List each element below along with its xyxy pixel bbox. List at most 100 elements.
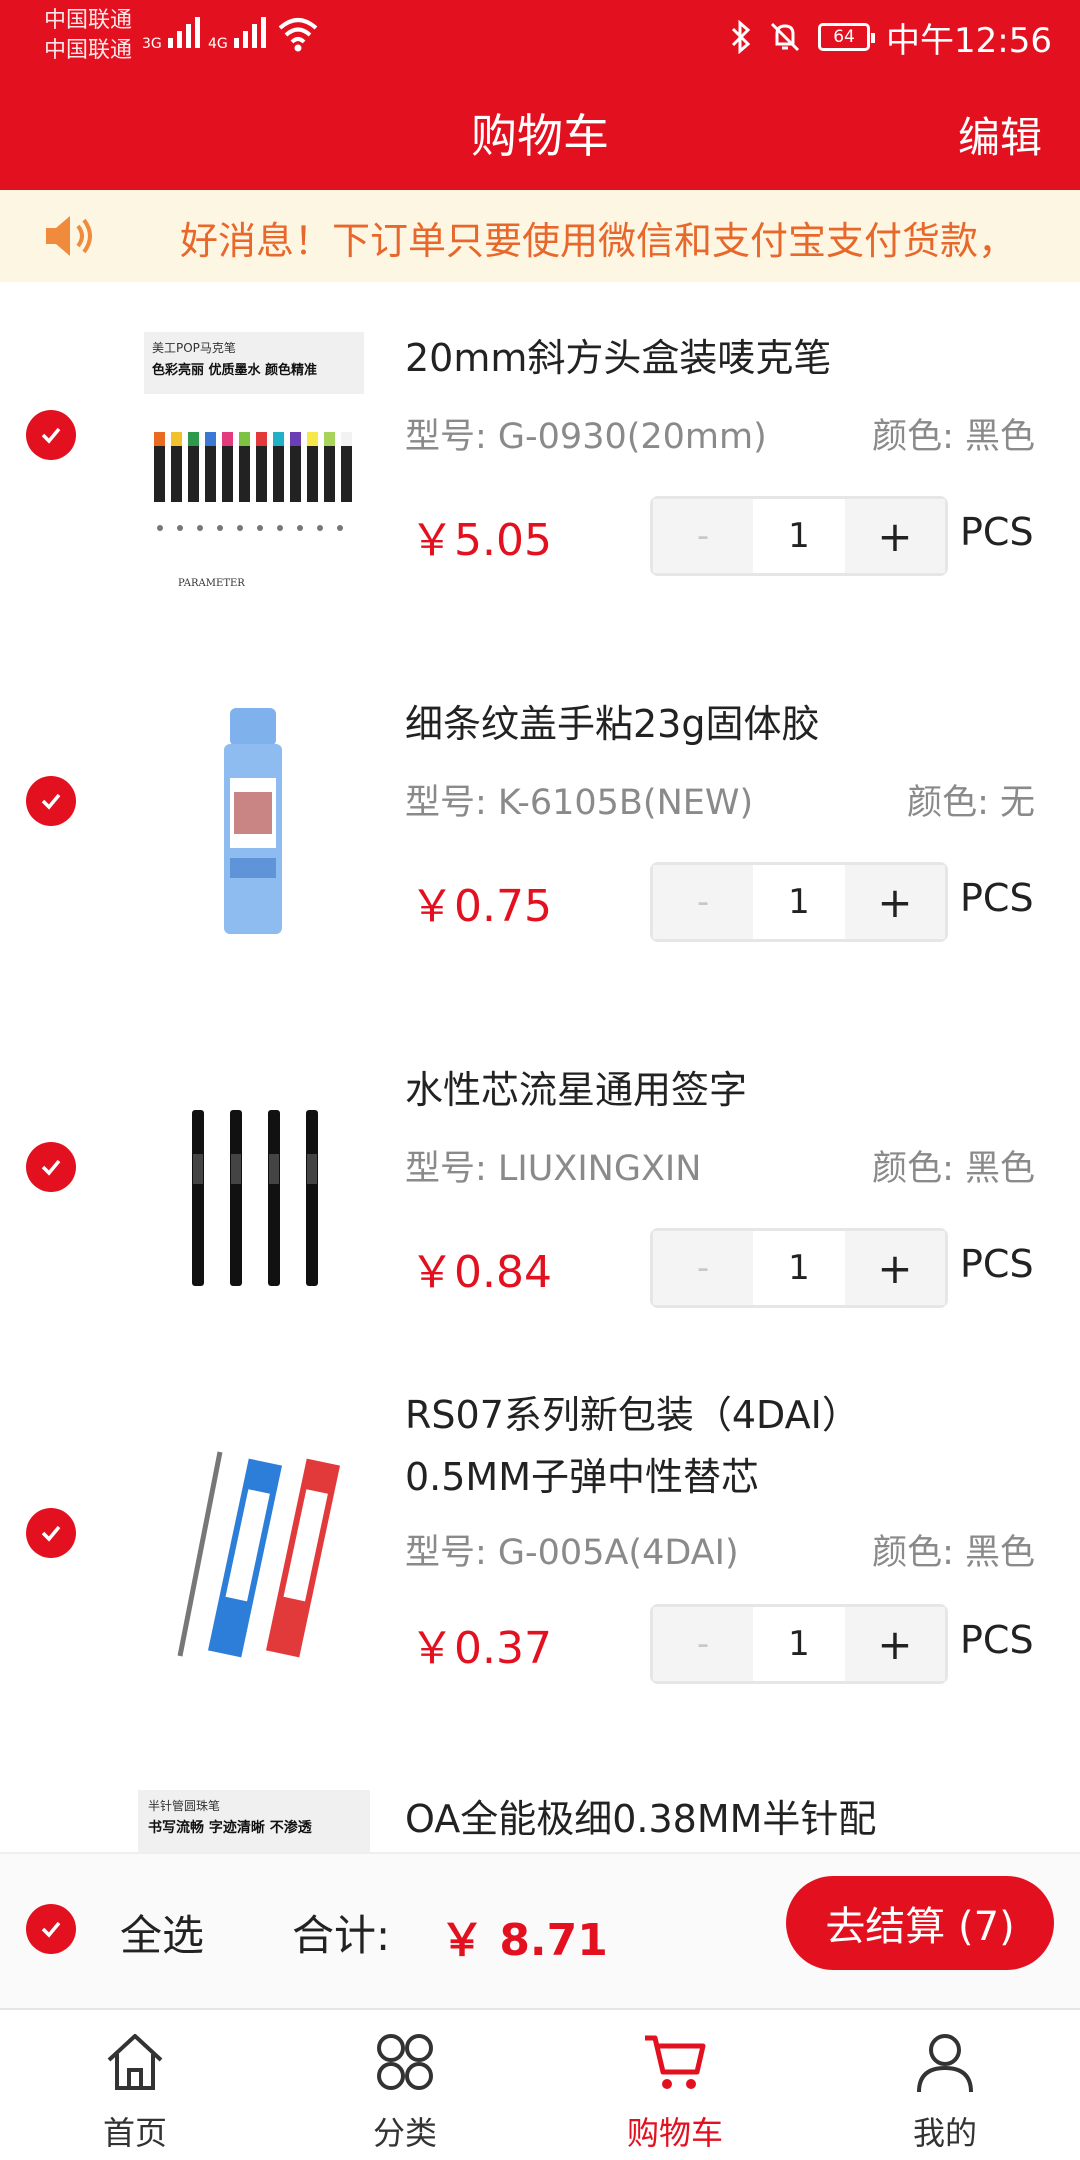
- product-image-gel-pens[interactable]: [138, 1054, 370, 1334]
- decrease-button[interactable]: -: [653, 499, 753, 573]
- item-checkbox[interactable]: [26, 1508, 76, 1558]
- item-checkbox[interactable]: [26, 776, 76, 826]
- color-label: 颜色: 黑色: [872, 1533, 1035, 1573]
- thumb-caption: 色彩亮丽 优质墨水 颜色精准: [152, 362, 317, 378]
- check-icon: [41, 1159, 61, 1176]
- quantity-value[interactable]: 1: [753, 1607, 845, 1681]
- tab-label: 我的: [912, 2114, 977, 2152]
- item-checkbox[interactable]: [26, 1142, 76, 1192]
- bluetooth-icon: [731, 20, 751, 54]
- increase-button[interactable]: +: [845, 1607, 945, 1681]
- battery-icon: 64: [818, 23, 876, 51]
- clock: 中午12:56: [886, 20, 1052, 61]
- home-icon: [107, 2034, 163, 2090]
- signal-1-icon: 3G: [142, 14, 201, 52]
- carrier-2: 中国联通: [44, 38, 133, 63]
- notice-banner[interactable]: 好消息！下订单只要使用微信和支付宝支付货款，: [0, 190, 1080, 282]
- product-image-glue-stick[interactable]: [138, 688, 370, 968]
- check-icon: [41, 427, 61, 444]
- cart-item[interactable]: 美工POP马克笔 色彩亮丽 优质墨水 颜色精准 PARAMETER 20mm斜方…: [0, 282, 1080, 622]
- tab-label: 购物车: [626, 2114, 723, 2152]
- product-spec: 型号: G-0930(20mm) 颜色: 黑色: [405, 408, 1035, 459]
- notice-text: 好消息！下订单只要使用微信和支付宝支付货款，: [180, 219, 1017, 263]
- quantity-value[interactable]: 1: [753, 1231, 845, 1305]
- model-label: 型号: LIUXINGXIN: [405, 1149, 702, 1189]
- increase-button[interactable]: +: [845, 1231, 945, 1305]
- checkout-bar: 全选 合计: ￥ 8.71 去结算 (7): [0, 1852, 1080, 2008]
- thumb-caption: PARAMETER: [178, 578, 245, 589]
- increase-button[interactable]: +: [845, 499, 945, 573]
- cart-item[interactable]: RS07系列新包装（4DAI） 0.5MM子弹中性替芯 型号: G-005A(4…: [0, 1380, 1080, 1720]
- top-bar: 中国联通 中国联通 3G 4G 64 中午12:56 购物车 编辑: [0, 0, 1080, 190]
- model-label: 型号: G-0930(20mm): [405, 417, 767, 457]
- check-icon: [41, 793, 61, 810]
- product-name[interactable]: OA全能极细0.38MM半针配: [405, 1788, 1045, 1850]
- cart-item[interactable]: 细条纹盖手粘23g固体胶 型号: K-6105B(NEW) 颜色: 无 ￥0.7…: [0, 648, 1080, 988]
- signal-2-label: 4G: [208, 36, 228, 52]
- tab-cart[interactable]: 购物车: [540, 2010, 810, 2160]
- battery-level: 64: [833, 27, 855, 47]
- product-image-ballpoint-pens[interactable]: 半针管圆珠笔 书写流畅 字迹清晰 不渗透: [138, 1790, 370, 1852]
- product-spec: 型号: K-6105B(NEW) 颜色: 无: [405, 774, 1035, 825]
- status-right: 64 中午12:56: [730, 14, 1052, 61]
- product-price: ￥0.37: [410, 1623, 552, 1674]
- category-icon: [377, 2034, 433, 2090]
- checkout-button[interactable]: 去结算 (7): [786, 1876, 1054, 1970]
- check-icon: [41, 1921, 61, 1938]
- cart-icon: [645, 2035, 706, 2089]
- select-all-checkbox[interactable]: [26, 1904, 76, 1954]
- unit-label: PCS: [960, 1242, 1034, 1286]
- product-price: ￥0.75: [410, 881, 552, 932]
- product-name[interactable]: RS07系列新包装（4DAI） 0.5MM子弹中性替芯: [405, 1384, 1045, 1508]
- user-icon: [917, 2034, 973, 2093]
- cart-list[interactable]: 美工POP马克笔 色彩亮丽 优质墨水 颜色精准 PARAMETER 20mm斜方…: [0, 282, 1080, 1852]
- edit-button[interactable]: 编辑: [958, 104, 1042, 165]
- increase-button[interactable]: +: [845, 865, 945, 939]
- product-price: ￥5.05: [410, 515, 552, 566]
- carrier-1: 中国联通: [44, 8, 133, 33]
- thumb-caption: 美工POP马克笔: [152, 340, 236, 355]
- cart-item[interactable]: 半针管圆珠笔 书写流畅 字迹清晰 不渗透 OA全能极细0.38MM半针配: [0, 1782, 1080, 1852]
- quantity-stepper: - 1 +: [650, 1604, 948, 1684]
- tab-profile[interactable]: 我的: [810, 2010, 1080, 2160]
- product-name[interactable]: 水性芯流星通用签字: [405, 1059, 1045, 1121]
- mute-bell-icon: [770, 22, 800, 52]
- cart-item[interactable]: 水性芯流星通用签字 型号: LIUXINGXIN 颜色: 黑色 ￥0.84 - …: [0, 1014, 1080, 1354]
- select-all-label[interactable]: 全选: [120, 1902, 204, 1963]
- product-spec: 型号: G-005A(4DAI) 颜色: 黑色: [405, 1524, 1035, 1575]
- quantity-stepper: - 1 +: [650, 1228, 948, 1308]
- decrease-button[interactable]: -: [653, 1231, 753, 1305]
- item-checkbox[interactable]: [26, 410, 76, 460]
- quantity-value[interactable]: 1: [753, 865, 845, 939]
- tab-home[interactable]: 首页: [0, 2010, 270, 2160]
- unit-label: PCS: [960, 510, 1034, 554]
- quantity-value[interactable]: 1: [753, 499, 845, 573]
- thumb-caption: 半针管圆珠笔: [148, 1798, 220, 1813]
- product-image-refills[interactable]: [138, 1420, 370, 1700]
- decrease-button[interactable]: -: [653, 865, 753, 939]
- tab-category[interactable]: 分类: [270, 2010, 540, 2160]
- product-image-marker-pens[interactable]: 美工POP马克笔 色彩亮丽 优质墨水 颜色精准 PARAMETER: [138, 322, 370, 602]
- product-name-line: RS07系列新包装（4DAI）: [405, 1393, 860, 1437]
- signal-1-label: 3G: [142, 36, 162, 52]
- total-value: ￥ 8.71: [440, 1915, 608, 1966]
- model-label: 型号: G-005A(4DAI): [405, 1533, 739, 1573]
- product-name-line: 0.5MM子弹中性替芯: [405, 1455, 760, 1499]
- product-name[interactable]: 细条纹盖手粘23g固体胶: [405, 693, 1045, 755]
- model-label: 型号: K-6105B(NEW): [405, 783, 754, 823]
- product-name[interactable]: 20mm斜方头盒装唛克笔: [405, 327, 1045, 389]
- color-label: 颜色: 无: [907, 783, 1035, 823]
- color-label: 颜色: 黑色: [872, 417, 1035, 457]
- speaker-icon: [46, 216, 92, 256]
- carrier-labels: 中国联通 中国联通: [44, 6, 132, 66]
- check-icon: [41, 1525, 61, 1542]
- quantity-stepper: - 1 +: [650, 862, 948, 942]
- tab-label: 分类: [372, 2114, 437, 2152]
- status-bar: 中国联通 中国联通 3G 4G 64 中午12:56: [0, 0, 1080, 80]
- tab-bar: 首页 分类 购物车 我的: [0, 2008, 1080, 2160]
- decrease-button[interactable]: -: [653, 1607, 753, 1681]
- product-price: ￥0.84: [410, 1247, 552, 1298]
- page-title: 购物车: [471, 109, 609, 163]
- wifi-icon: [278, 18, 318, 52]
- unit-label: PCS: [960, 876, 1034, 920]
